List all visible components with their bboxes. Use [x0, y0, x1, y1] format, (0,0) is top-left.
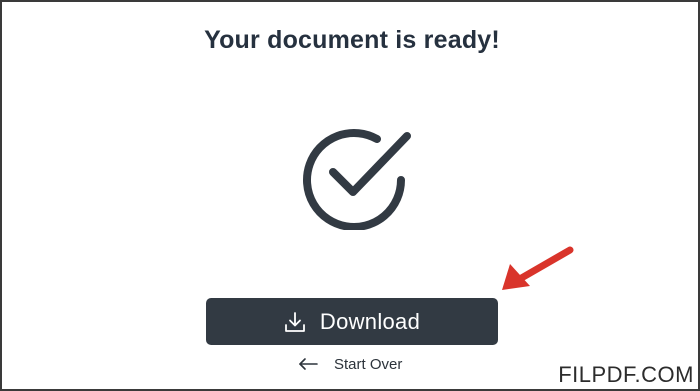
red-pointer-arrow-icon: [494, 242, 578, 298]
check-circle-icon: [298, 122, 412, 231]
start-over-label: Start Over: [334, 355, 403, 373]
watermark: FILPDF.COM: [556, 362, 696, 388]
download-button[interactable]: Download: [206, 298, 498, 345]
page-title: Your document is ready!: [204, 26, 500, 54]
dialog-frame: Your document is ready! Download Start O…: [0, 0, 700, 391]
start-over-link[interactable]: Start Over: [298, 353, 402, 375]
arrow-left-icon: [298, 357, 318, 371]
download-icon: [284, 311, 306, 333]
download-button-label: Download: [319, 308, 421, 334]
